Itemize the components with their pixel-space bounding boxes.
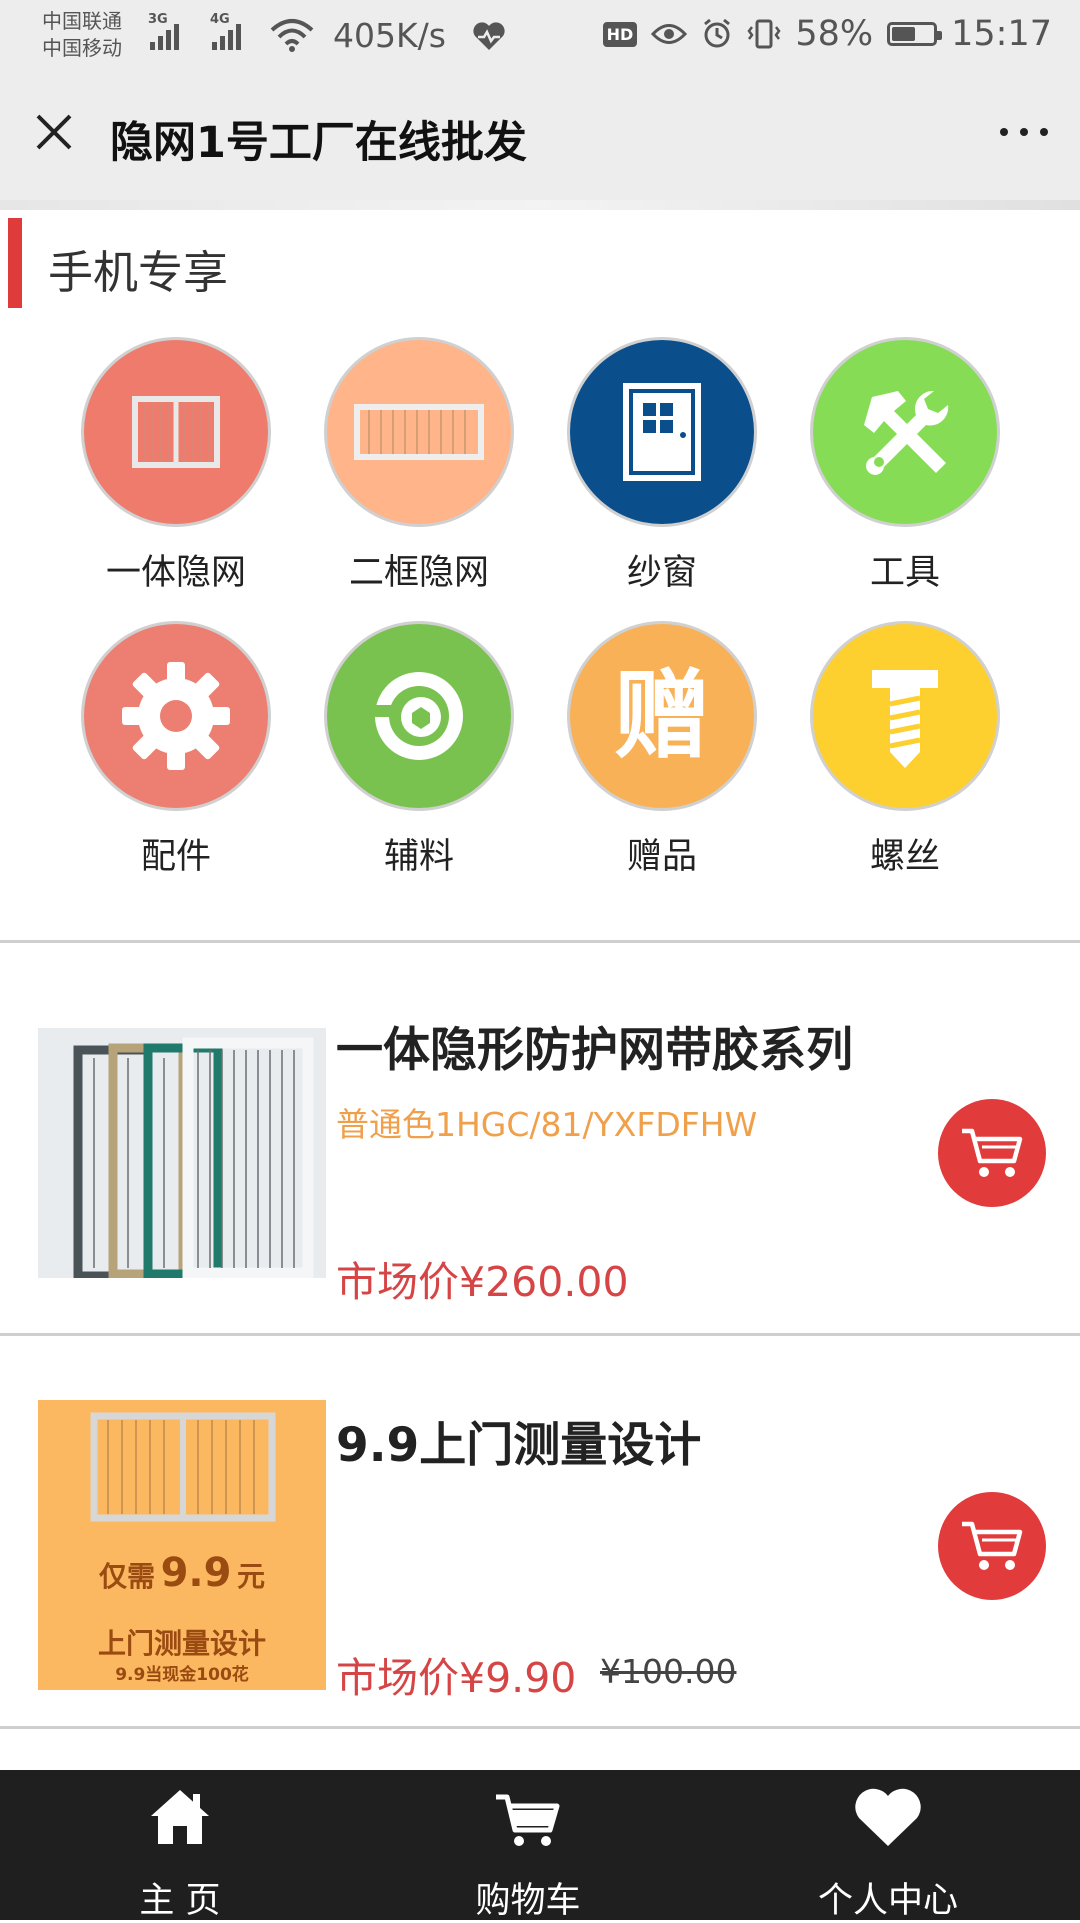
nav-label: 主 页 bbox=[139, 1881, 221, 1921]
battery-icon bbox=[887, 22, 943, 46]
close-icon[interactable] bbox=[30, 108, 78, 156]
home-icon bbox=[151, 1790, 209, 1844]
carrier-2: 中国移动 bbox=[42, 36, 122, 60]
battery-percent: 58% bbox=[795, 14, 874, 54]
title-bar: 隐网1号工厂在线批发 bbox=[0, 76, 1080, 204]
category-label: 螺丝 bbox=[869, 837, 940, 877]
category-fuliao[interactable]: 辅料 bbox=[309, 624, 529, 879]
nav-profile[interactable]: 个人中心 bbox=[708, 1770, 1068, 1921]
signal-4g-icon: 4G bbox=[210, 12, 241, 50]
health-icon bbox=[473, 22, 505, 50]
bottom-nav: 主 页 购物车 个人中心 bbox=[0, 1770, 1080, 1921]
cart-icon bbox=[496, 1794, 560, 1846]
alarm-icon bbox=[704, 18, 731, 48]
network-4g-label: 4G bbox=[210, 12, 230, 27]
product-subtitle: 普通色1HGC/81/YXFDFHW bbox=[336, 1105, 758, 1144]
promo-line-2: 上门测量设计 bbox=[97, 1627, 266, 1660]
cart-icon bbox=[962, 1521, 1023, 1570]
window-frame-icon bbox=[84, 340, 268, 524]
nav-cart[interactable]: 购物车 bbox=[348, 1770, 708, 1921]
carrier-1: 中国联通 bbox=[42, 9, 122, 33]
promo-line-1: 仅需 9.9 元 bbox=[98, 1550, 266, 1596]
banner-strip bbox=[0, 200, 1080, 210]
nav-label: 购物车 bbox=[475, 1881, 581, 1921]
category-erkuang-yinwang[interactable]: 二框隐网 bbox=[309, 340, 529, 595]
category-label: 纱窗 bbox=[626, 553, 697, 593]
clock: 15:17 bbox=[951, 14, 1052, 54]
product-card-1[interactable]: 一体隐形防护网带胶系列 普通色1HGC/81/YXFDFHW 市场价¥260.0… bbox=[0, 943, 1080, 1333]
category-yiti-yinwang[interactable]: 一体隐网 bbox=[66, 340, 286, 595]
cart-icon bbox=[962, 1128, 1023, 1177]
network-speed: 405K/s bbox=[333, 16, 446, 55]
tools-icon bbox=[813, 340, 997, 524]
nav-label: 个人中心 bbox=[817, 1881, 958, 1921]
divider bbox=[0, 1726, 1080, 1729]
section-title: 手机专享 bbox=[48, 246, 229, 299]
product-price: 市场价¥9.90 bbox=[336, 1654, 577, 1702]
window-icon bbox=[570, 340, 754, 524]
category-peijian[interactable]: 配件 bbox=[66, 624, 286, 879]
status-bar: 中国联通 中国移动 3G 4G 405K/s HD 58% 15:17 bbox=[0, 0, 1080, 76]
category-label: 配件 bbox=[140, 837, 211, 877]
eye-icon bbox=[651, 24, 688, 44]
product-price: 市场价¥260.00 bbox=[336, 1258, 629, 1306]
category-label: 赠品 bbox=[626, 837, 697, 877]
network-3g-label: 3G bbox=[148, 12, 168, 27]
window-frame-icon bbox=[327, 340, 511, 524]
category-gongju[interactable]: 工具 bbox=[795, 340, 1015, 595]
product-image[interactable] bbox=[38, 1028, 326, 1278]
roll-icon bbox=[327, 624, 511, 808]
category-zengpin[interactable]: 赠 赠品 bbox=[552, 624, 772, 879]
page-title: 隐网1号工厂在线批发 bbox=[110, 118, 527, 168]
status-right: HD 58% 15:17 bbox=[602, 14, 1052, 54]
category-label: 一体隐网 bbox=[105, 553, 246, 593]
promo-line-3: 9.9当现金100花 bbox=[115, 1665, 249, 1685]
nav-home[interactable]: 主 页 bbox=[0, 1770, 360, 1921]
category-label: 辅料 bbox=[383, 837, 454, 877]
heart-icon bbox=[855, 1788, 921, 1846]
category-label: 二框隐网 bbox=[348, 553, 489, 593]
wifi-icon bbox=[270, 19, 314, 52]
gear-icon bbox=[84, 624, 268, 808]
product-original-price: ¥100.00 bbox=[600, 1652, 737, 1691]
product-image[interactable]: 仅需 9.9 元 上门测量设计 9.9当现金100花 bbox=[38, 1400, 326, 1690]
product-title[interactable]: 一体隐形防护网带胶系列 bbox=[336, 1011, 853, 1080]
product-card-2[interactable]: 仅需 9.9 元 上门测量设计 9.9当现金100花 9.9上门测量设计 市场价… bbox=[0, 1336, 1080, 1726]
carrier-labels: 中国联通 中国移动 bbox=[42, 8, 122, 62]
more-options-button[interactable] bbox=[1000, 128, 1048, 136]
screw-icon bbox=[813, 624, 997, 808]
gift-char-icon: 赠 bbox=[570, 624, 754, 808]
vibrate-icon bbox=[747, 19, 781, 49]
category-shachuang[interactable]: 纱窗 bbox=[552, 340, 772, 595]
category-label: 工具 bbox=[869, 553, 940, 593]
add-to-cart-button[interactable] bbox=[938, 1099, 1046, 1207]
product-title[interactable]: 9.9上门测量设计 bbox=[336, 1406, 701, 1475]
gift-char: 赠 bbox=[614, 660, 710, 772]
category-luosi[interactable]: 螺丝 bbox=[795, 624, 1015, 879]
add-to-cart-button[interactable] bbox=[938, 1492, 1046, 1600]
signal-3g-icon: 3G bbox=[148, 12, 179, 50]
section-accent-bar bbox=[8, 218, 22, 308]
section-header: 手机专享 bbox=[0, 218, 1080, 308]
hd-badge: HD bbox=[602, 21, 638, 47]
